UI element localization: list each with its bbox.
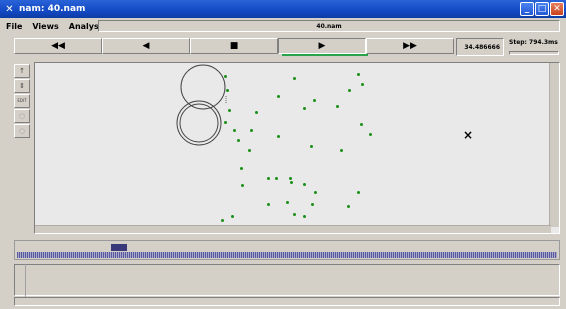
network-node[interactable] — [267, 203, 270, 206]
network-node[interactable] — [240, 167, 243, 170]
maximize-button[interactable]: □ — [535, 2, 549, 16]
transmission-range-circle — [176, 100, 222, 146]
network-node[interactable] — [231, 215, 234, 218]
network-node[interactable] — [248, 149, 251, 152]
network-node[interactable] — [360, 123, 363, 126]
menu-file[interactable]: File — [6, 22, 22, 31]
circle-tool-1[interactable]: ○ — [14, 109, 30, 123]
network-node[interactable] — [336, 105, 339, 108]
network-node[interactable] — [228, 109, 231, 112]
menu-views[interactable]: Views — [32, 22, 58, 31]
network-canvas-frame: × — [34, 62, 560, 234]
network-node[interactable] — [348, 89, 351, 92]
network-node[interactable] — [286, 201, 289, 204]
play-button[interactable]: ▶ — [278, 38, 366, 54]
transmission-range-circle — [179, 103, 219, 143]
edit-tool[interactable]: EDIT — [14, 94, 30, 108]
nam-window: ✕ nam: 40.nam _ □ ✕ File Views Analysis … — [0, 0, 566, 309]
network-node[interactable] — [289, 177, 292, 180]
fast-forward-button[interactable]: ▶▶ — [366, 38, 454, 54]
network-node[interactable] — [303, 215, 306, 218]
bottom-scroll-strip[interactable] — [14, 297, 560, 306]
annotation-panel[interactable] — [14, 264, 560, 296]
network-node[interactable] — [357, 191, 360, 194]
rewind-button[interactable]: ◀◀ — [14, 38, 102, 54]
cross-marker: × — [463, 128, 474, 142]
network-node[interactable] — [310, 145, 313, 148]
timeline-marker[interactable] — [111, 244, 127, 251]
zoom-out-tool[interactable]: ⇕ — [14, 79, 30, 93]
time-display: 34.486666 — [456, 38, 504, 56]
transmission-range-circle — [180, 64, 226, 110]
network-node[interactable] — [224, 75, 227, 78]
vertical-scrollbar[interactable] — [549, 63, 559, 227]
horizontal-scrollbar[interactable] — [35, 225, 551, 233]
network-node[interactable] — [267, 177, 270, 180]
stop-button[interactable]: ■ — [190, 38, 278, 54]
playback-controls: ◀◀ ◀ ■ ▶ ▶▶ — [14, 38, 454, 56]
network-node[interactable] — [275, 177, 278, 180]
network-node[interactable] — [226, 89, 229, 92]
network-node[interactable] — [277, 95, 280, 98]
zoom-in-tool[interactable]: ↑ — [14, 64, 30, 78]
network-node[interactable] — [357, 73, 360, 76]
window-title: nam: 40.nam — [19, 4, 86, 14]
step-slider[interactable] — [509, 51, 559, 55]
network-node[interactable] — [361, 83, 364, 86]
tool-palette: ↑ ⇕ EDIT ○ ○ — [14, 64, 32, 234]
timeline-ticks — [17, 252, 557, 258]
title-bar: ✕ nam: 40.nam _ □ ✕ — [0, 0, 566, 18]
network-node[interactable] — [303, 183, 306, 186]
file-name-display: 40.nam — [98, 20, 560, 32]
network-node[interactable] — [347, 205, 350, 208]
network-node[interactable] — [290, 181, 293, 184]
x-logo-icon: ✕ — [5, 3, 14, 15]
close-button[interactable]: ✕ — [550, 2, 564, 16]
play-indicator — [282, 54, 368, 56]
timeline[interactable] — [14, 240, 560, 260]
network-canvas[interactable]: × — [35, 63, 549, 227]
network-node[interactable] — [293, 213, 296, 216]
network-node[interactable] — [293, 77, 296, 80]
network-graph — [176, 64, 227, 146]
network-node[interactable] — [255, 111, 258, 114]
circle-tool-2[interactable]: ○ — [14, 124, 30, 138]
step-back-button[interactable]: ◀ — [102, 38, 190, 54]
network-node[interactable] — [313, 99, 316, 102]
network-node[interactable] — [314, 191, 317, 194]
network-node[interactable] — [233, 129, 236, 132]
network-node[interactable] — [241, 184, 244, 187]
network-node[interactable] — [237, 139, 240, 142]
network-node[interactable] — [224, 121, 227, 124]
network-node[interactable] — [250, 129, 253, 132]
network-node[interactable] — [311, 203, 314, 206]
network-node[interactable] — [221, 219, 224, 222]
network-node[interactable] — [340, 149, 343, 152]
minimize-button[interactable]: _ — [520, 2, 534, 16]
network-node[interactable] — [369, 133, 372, 136]
network-node[interactable] — [303, 107, 306, 110]
network-node[interactable] — [277, 135, 280, 138]
